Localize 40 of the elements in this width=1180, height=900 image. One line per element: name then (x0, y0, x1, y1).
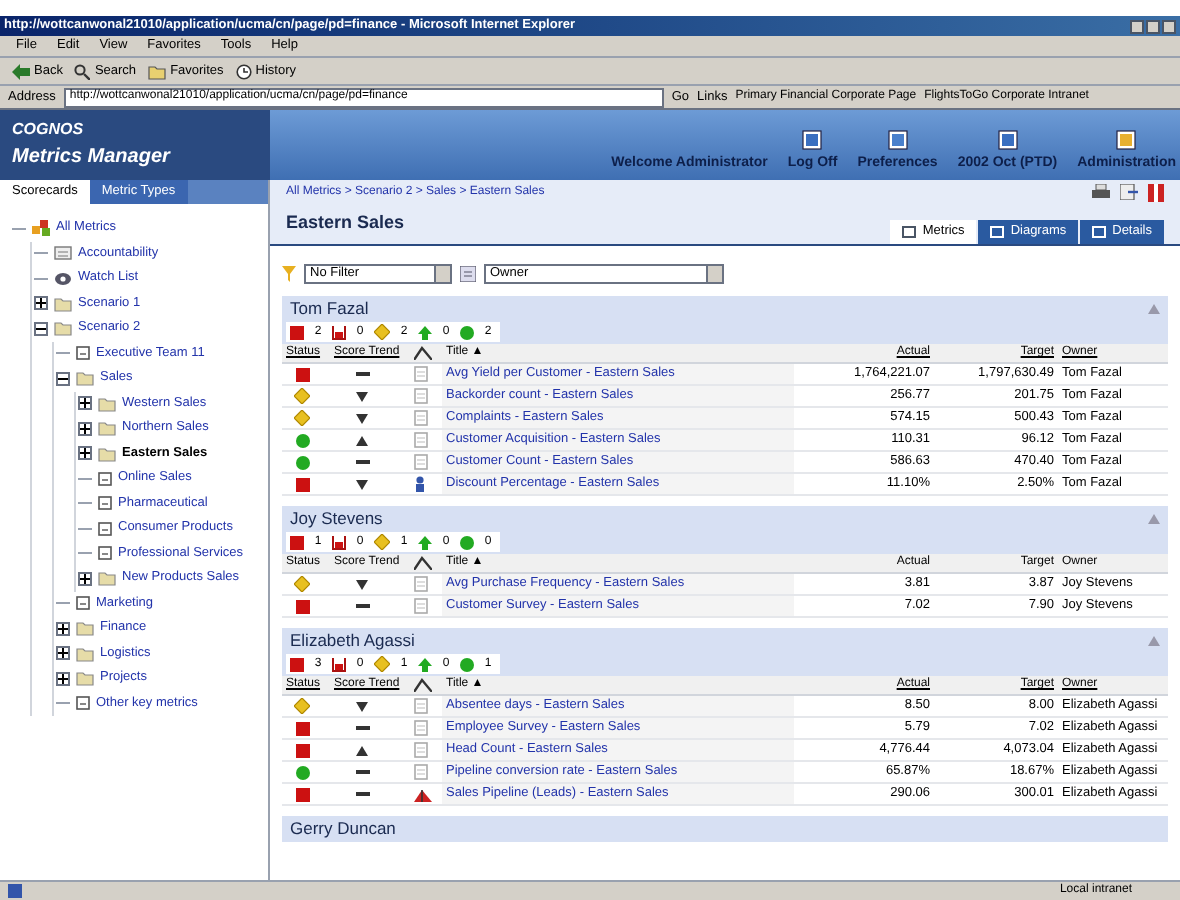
expand-toggle[interactable] (78, 571, 92, 586)
scorecard-icon (98, 496, 112, 511)
page-icon (8, 884, 22, 898)
chart-icon (414, 678, 432, 692)
funnel-icon (282, 266, 296, 282)
eye-icon (54, 271, 72, 286)
collapse-toggle[interactable] (34, 321, 48, 336)
search-icon (74, 63, 91, 79)
scorecard-icon (98, 521, 112, 536)
close-button[interactable] (1162, 19, 1176, 33)
owner-name: Tom Fazal (290, 296, 369, 322)
scorecard-icon (76, 596, 90, 611)
expand-toggle[interactable] (78, 446, 92, 461)
export-icon[interactable] (1120, 184, 1138, 200)
back-arrow-icon (12, 63, 30, 79)
chart-icon (414, 556, 432, 570)
expand-toggle[interactable] (78, 421, 92, 436)
maximize-button[interactable] (1146, 19, 1160, 33)
product-name: Metrics Manager (12, 144, 173, 172)
expand-toggle[interactable] (34, 296, 48, 311)
expand-toggle[interactable] (56, 646, 70, 661)
brand-name: COGNOS (12, 118, 86, 142)
owner-name: Elizabeth Agassi (290, 628, 415, 654)
expand-toggle[interactable] (56, 621, 70, 636)
owner-name: Joy Stevens (290, 506, 383, 532)
page-title: Eastern Sales (286, 209, 405, 235)
expand-toggle[interactable] (78, 396, 92, 411)
collapse-toggle[interactable] (56, 371, 70, 386)
owner-name: Gerry Duncan (290, 816, 396, 842)
clock-icon (235, 63, 252, 79)
chart-icon (414, 346, 432, 360)
group-icon (460, 266, 476, 282)
scorecard-icon (76, 696, 90, 711)
scorecard-icon (76, 346, 90, 361)
cubes-icon (32, 220, 50, 237)
scorecard-icon (98, 546, 112, 561)
printer-icon[interactable] (1092, 184, 1110, 200)
scorecard-icon (98, 471, 112, 486)
minimize-button[interactable] (1130, 19, 1144, 33)
expand-toggle[interactable] (56, 671, 70, 686)
